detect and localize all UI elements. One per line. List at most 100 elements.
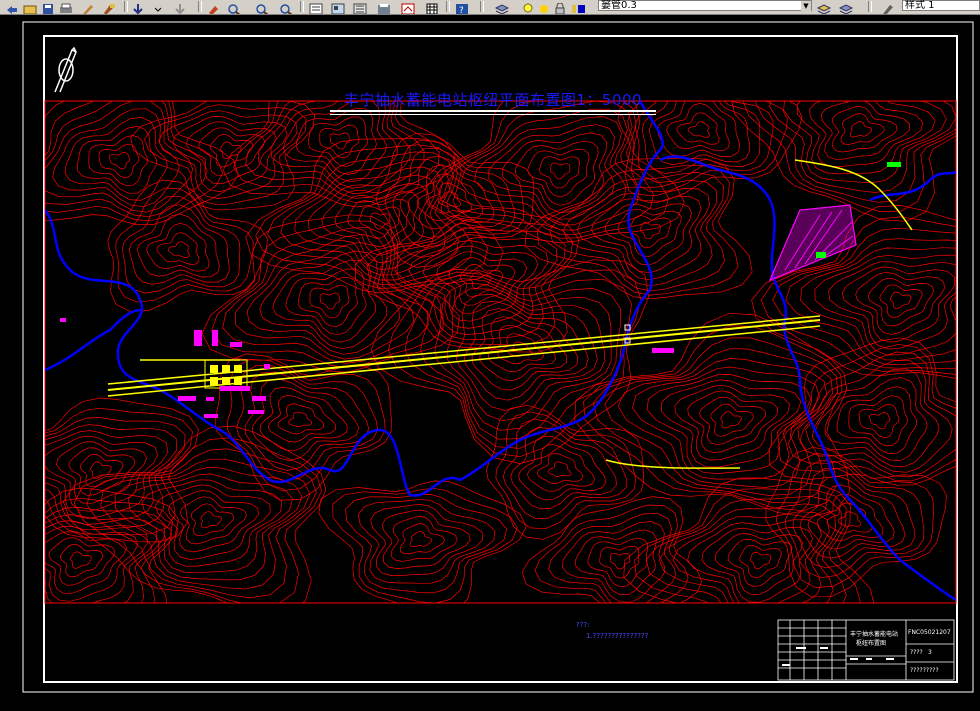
contour-line	[727, 538, 793, 587]
layer-combo-value: 窭管0.3	[601, 0, 637, 11]
toolbar-separator	[446, 1, 450, 12]
contour-line	[460, 108, 640, 231]
layer-combo[interactable]: 窭管0.3 ▼	[598, 0, 812, 11]
svg-text:?: ?	[459, 6, 464, 15]
contour-line	[114, 466, 303, 581]
chevron-down-icon[interactable]	[150, 0, 166, 12]
arrow-down-icon[interactable]	[130, 0, 146, 14]
contour-line	[277, 403, 325, 435]
save-icon[interactable]	[40, 0, 56, 14]
contour-line	[510, 427, 617, 510]
title-underline	[330, 110, 656, 112]
quickcalc-icon[interactable]	[424, 0, 440, 14]
contour-line	[45, 407, 193, 536]
toolbar-separator	[480, 1, 484, 12]
drawing-svg[interactable]	[0, 15, 980, 707]
design-center-icon[interactable]	[330, 0, 346, 14]
contour-line	[527, 444, 595, 492]
contour-line	[539, 156, 580, 189]
toolbar-separator	[198, 1, 202, 12]
contour-line	[115, 187, 254, 303]
notes-item-1: 1.???????????????	[586, 632, 649, 640]
contour-line	[108, 152, 131, 170]
layer-previous-icon[interactable]	[838, 0, 854, 14]
toolbar-separator	[124, 1, 128, 12]
redo-icon[interactable]	[172, 0, 188, 14]
contour-line	[609, 552, 631, 570]
undo-icon[interactable]	[4, 0, 20, 14]
markup-icon[interactable]	[400, 0, 416, 14]
magenta-labels	[60, 318, 674, 418]
contour-line	[858, 404, 900, 439]
light-bulb-icon[interactable]	[520, 0, 536, 13]
contour-line	[409, 531, 433, 548]
contour-line	[674, 384, 790, 461]
contour-line	[849, 121, 873, 138]
contour-line	[687, 121, 710, 138]
contour-line	[172, 116, 288, 192]
contour-line	[268, 395, 336, 443]
contour-line	[70, 551, 92, 569]
toolbar-separator	[868, 1, 872, 12]
text-style-icon[interactable]	[880, 0, 896, 14]
chevron-down-icon[interactable]: ▼	[801, 1, 811, 11]
pan-icon[interactable]	[100, 0, 116, 14]
title-block-scale: ????	[910, 649, 923, 656]
contour-line	[840, 113, 885, 145]
contour-line	[751, 205, 956, 379]
contour-line	[319, 124, 360, 159]
contour-line	[48, 537, 116, 586]
contour-line	[45, 101, 194, 213]
zoom-realtime-icon[interactable]	[206, 0, 222, 14]
properties-icon[interactable]	[308, 0, 324, 14]
title-block-date: ?????????	[910, 667, 939, 674]
contour-line	[45, 487, 179, 603]
contour-line	[832, 106, 898, 153]
contour-line	[295, 107, 377, 175]
contour-line	[214, 353, 392, 501]
contour-line	[749, 552, 771, 570]
contour-line	[720, 411, 742, 429]
layer-state-icon[interactable]	[816, 0, 832, 14]
match-properties-icon[interactable]	[80, 0, 96, 14]
drawing-canvas[interactable]: 丰宁抽水蓄能电站枢纽平面布置图1：5000 ???: 1.???????????…	[0, 15, 980, 707]
cad-toolbar: ? 窭管0.3 ▼ 样式 1	[0, 0, 980, 15]
layer-manager-icon[interactable]	[494, 0, 510, 14]
lock-icon[interactable]	[552, 0, 568, 14]
contour-line	[64, 117, 168, 201]
contour-line	[391, 516, 458, 562]
contour-line	[548, 512, 677, 603]
contour-line	[357, 498, 496, 584]
tool-palettes-icon[interactable]	[352, 0, 368, 14]
sheet-set-icon[interactable]	[376, 0, 392, 14]
zoom-previous-icon[interactable]	[254, 0, 270, 14]
text-style-value: 样式 1	[905, 0, 935, 11]
text-style-combo[interactable]: 样式 1	[902, 0, 980, 11]
contour-line	[599, 545, 640, 579]
open-icon[interactable]	[22, 0, 38, 14]
title-underline-thin	[330, 114, 656, 115]
contour-line	[646, 374, 812, 474]
zoom-window-icon[interactable]	[226, 0, 242, 14]
contour-line	[676, 112, 720, 145]
zoom-extents-icon[interactable]	[278, 0, 294, 14]
help-icon[interactable]: ?	[454, 0, 470, 15]
contour-line	[534, 504, 689, 603]
contour-line	[502, 418, 627, 519]
contour-line	[455, 294, 598, 411]
sun-icon[interactable]	[536, 0, 552, 13]
title-block-sheet: 3	[928, 649, 932, 656]
contour-line	[769, 101, 956, 193]
contour-line	[518, 435, 607, 501]
contour-line	[547, 461, 572, 477]
title-block-drawing-number: FNC05021207	[908, 629, 951, 636]
north-arrow-icon	[54, 46, 77, 93]
print-icon[interactable]	[58, 0, 74, 13]
contour-line	[121, 195, 241, 294]
title-block-marks	[782, 647, 894, 666]
contour-line	[501, 132, 607, 214]
contour-line	[190, 503, 235, 537]
color-icon[interactable]	[570, 0, 586, 13]
contour-line	[288, 411, 313, 428]
contour-line	[549, 162, 571, 180]
